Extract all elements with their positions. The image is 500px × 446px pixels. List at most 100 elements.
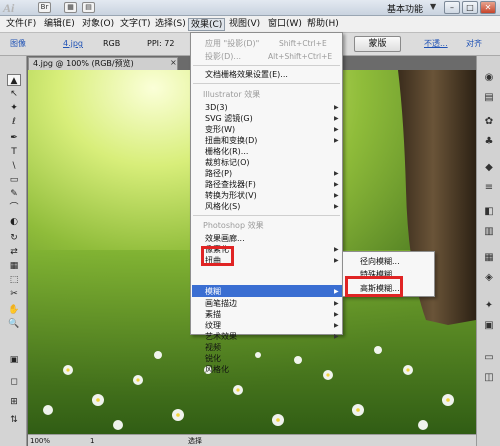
illustrator-effects-heading: Illustrator 效果 [203,90,261,99]
close-button[interactable]: ✕ [480,1,496,14]
menu-item-sharpen[interactable]: 锐化 [205,353,221,364]
chevron-right-icon: ▶ [334,333,339,340]
menu-item-apply-last-effect: 应用 "投影(D)" [205,39,260,48]
appearance-panel-icon[interactable]: ▦ [482,252,496,264]
menu-help[interactable]: 帮助(H) [307,18,339,31]
maximize-button[interactable]: □ [462,1,478,14]
chevron-right-icon: ▶ [334,126,339,133]
fill-stroke-icon[interactable]: ▣ [7,354,21,366]
menu-item-radial-blur[interactable]: 径向模糊... [360,256,400,267]
rotate-tool-icon[interactable]: ↻ [7,232,21,244]
menu-item-last-effect: 投影(D)... [205,52,242,61]
status-bar: 100% 1 选择 [28,434,476,446]
artboards-panel-icon[interactable]: ◫ [482,372,496,384]
menu-select[interactable]: 选择(S) [155,18,186,31]
workspace-switcher[interactable]: 基本功能 [387,2,423,15]
arrange-documents-icon[interactable]: ▦ [64,2,77,13]
line-tool-icon[interactable]: \ [7,160,21,172]
selection-tool-icon[interactable]: ▲ [7,74,21,86]
chevron-down-icon[interactable]: ▼ [430,2,436,11]
mesh-tool-icon[interactable]: ▦ [7,260,21,272]
zoom-tool-icon[interactable]: 🔍 [7,318,21,330]
stroke-panel-icon[interactable]: ≡ [482,182,496,194]
color-panel-icon[interactable]: ◉ [482,72,496,84]
panel-dock: ◉ ▤ ✿ ♣ ◆ ≡ ◧ ▥ ▦ ◈ ✦ ▣ ▭ ◫ [476,56,500,446]
menu-item-sketch[interactable]: 素描 [205,309,221,320]
transform-panel-icon[interactable]: ✦ [482,300,496,312]
menu-type[interactable]: 文字(T) [120,18,151,31]
reflect-tool-icon[interactable]: ⇄ [7,246,21,258]
graphic-styles-panel-icon[interactable]: ◆ [482,162,496,174]
menu-view[interactable]: 视图(V) [229,18,260,31]
transparency-panel-icon[interactable]: ▥ [482,226,496,238]
lasso-tool-icon[interactable]: ℓ [7,116,21,128]
annotation-highlight-blur [201,246,234,266]
chevron-right-icon: ▶ [334,181,339,188]
brushes-panel-icon[interactable]: ✿ [482,116,496,128]
zoom-level-field[interactable]: 100% [30,436,50,446]
menu-item-stylize-photoshop[interactable]: 风格化 [205,364,229,375]
menu-item-warp[interactable]: 变形(W) [205,124,235,135]
linked-file-link[interactable]: 4.jpg [63,39,83,49]
menu-edit[interactable]: 编辑(E) [44,18,75,31]
menu-window[interactable]: 窗口(W) [268,18,302,31]
menu-item-document-raster-settings[interactable]: 文档栅格效果设置(E)... [205,69,288,80]
menu-item-blur[interactable]: 模糊 [205,286,221,297]
menu-file[interactable]: 文件(F) [6,18,36,31]
menu-item-path[interactable]: 路径(P) [205,168,232,179]
screen-mode-icon[interactable]: ⇅ [7,414,21,426]
chevron-right-icon: ▶ [334,115,339,122]
gradient-tool-icon[interactable]: ⬚ [7,274,21,286]
menu-effects[interactable]: 效果(C) [188,18,226,31]
menu-item-artistic[interactable]: 艺术效果 [205,331,237,342]
menu-item-convert-to-shape[interactable]: 转换为形状(V) [205,190,257,201]
menu-item-brush-strokes[interactable]: 画笔描边 [205,298,237,309]
chevron-right-icon: ▶ [334,288,339,295]
menu-separator [193,83,340,84]
menu-item-rasterize[interactable]: 栅格化(R)... [205,146,248,157]
chevron-right-icon: ▶ [334,311,339,318]
align-panel-icon[interactable]: ◈ [482,272,496,284]
menu-item-crop-marks[interactable]: 裁剪标记(O) [205,157,250,168]
app-logo: Ai [3,1,15,15]
bridge-icon[interactable]: Br [38,2,51,13]
hand-tool-icon[interactable]: ✋ [7,304,21,316]
layout-icon[interactable]: ▤ [82,2,95,13]
rectangle-tool-icon[interactable]: ▭ [7,174,21,186]
page-number-field[interactable]: 1 [90,436,94,446]
symbols-panel-icon[interactable]: ♣ [482,136,496,148]
minimize-button[interactable]: – [444,1,460,14]
menu-item-svg-filters[interactable]: SVG 滤镜(G) [205,113,253,124]
close-icon[interactable]: × [170,58,177,67]
drawing-mode-icon[interactable]: ⊞ [7,396,21,408]
opacity-link[interactable]: 不透... [424,39,448,49]
menu-item-3d[interactable]: 3D(3) [205,102,228,113]
menu-item-stylize-illustrator[interactable]: 风格化(S) [205,201,240,212]
current-tool-status: 选择 [188,437,202,445]
scissors-tool-icon[interactable]: ✂ [7,288,21,300]
document-tab[interactable]: 4.jpg @ 100% (RGB/预览) [28,57,178,70]
mask-button[interactable]: 蒙版 [354,36,401,52]
pencil-tool-icon[interactable]: ⌒ [7,202,21,214]
type-tool-icon[interactable]: T [7,146,21,158]
menu-object[interactable]: 对象(O) [82,18,114,31]
chevron-right-icon: ▶ [334,203,339,210]
paintbrush-tool-icon[interactable]: ✎ [7,188,21,200]
direct-selection-tool-icon[interactable]: ↖ [7,88,21,100]
magic-wand-tool-icon[interactable]: ✦ [7,102,21,114]
gradient-panel-icon[interactable]: ◧ [482,206,496,218]
menu-bar: 文件(F) 编辑(E) 对象(O) 文字(T) 选择(S) 效果(C) 视图(V… [0,16,500,33]
blob-brush-tool-icon[interactable]: ◐ [7,216,21,228]
align-link[interactable]: 对齐 [466,39,482,49]
pathfinder-panel-icon[interactable]: ▣ [482,320,496,332]
pen-tool-icon[interactable]: ✒ [7,132,21,144]
menu-item-effect-gallery[interactable]: 效果画廊... [205,233,245,244]
menu-item-pathfinder[interactable]: 路径查找器(F) [205,179,256,190]
menu-separator [193,215,340,216]
menu-item-distort-transform[interactable]: 扭曲和变换(D) [205,135,257,146]
layers-panel-icon[interactable]: ▭ [482,352,496,364]
swatches-panel-icon[interactable]: ▤ [482,92,496,104]
menu-item-video[interactable]: 视频 [205,342,221,353]
color-mode-icon[interactable]: ◻ [7,376,21,388]
menu-item-texture[interactable]: 纹理 [205,320,221,331]
